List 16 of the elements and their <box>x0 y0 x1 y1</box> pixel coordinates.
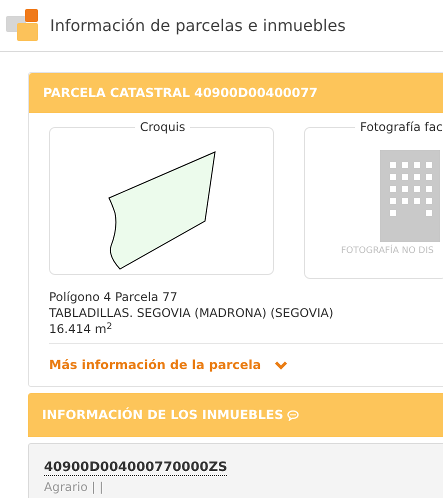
card-header: PARCELA CATASTRAL 40900D00400077 <box>29 73 443 113</box>
building-icon <box>380 150 440 242</box>
property-use: Agrario | | <box>44 479 104 496</box>
page-title: Información de parcelas e inmuebles <box>50 14 346 36</box>
section-title: INFORMACIÓN DE LOS INMUEBLES <box>42 406 284 424</box>
photo-unavailable-text: FOTOGRAFÍA NO DIS <box>341 245 434 258</box>
frame-legend: Fotografía fac <box>355 119 443 135</box>
speech-bubble-icon <box>287 410 300 420</box>
parcel-info-line: Polígono 4 Parcela 77 <box>49 289 178 305</box>
chevron-down-icon <box>275 360 288 370</box>
parcel-info-line: TABLADILLAS. SEGOVIA (MADRONA) (SEGOVIA) <box>49 305 334 321</box>
property-card[interactable]: 40900D004000770000ZS Agrario | | <box>28 443 443 498</box>
parcel-info-line: 16.414 m$^{2}$ <box>49 321 114 337</box>
logo-icon <box>6 8 40 42</box>
property-reference-link[interactable]: 40900D004000770000ZS <box>44 460 228 476</box>
frame-legend: Croquis <box>135 119 190 135</box>
